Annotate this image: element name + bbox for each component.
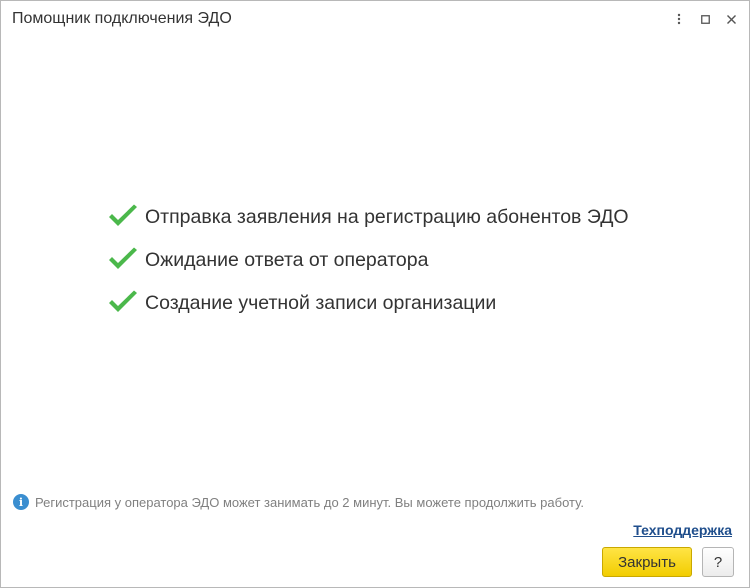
step-label: Создание учетной записи организации [145,291,497,314]
info-message: i Регистрация у оператора ЭДО может зани… [13,494,584,510]
close-icon[interactable] [721,9,741,29]
check-icon [107,246,139,274]
step-item: Создание учетной записи организации [107,289,629,317]
step-label: Ожидание ответа от оператора [145,248,429,271]
close-button[interactable]: Закрыть [602,547,692,577]
help-button[interactable]: ? [702,547,734,577]
dialog-window: Помощник подключения ЭДО Отправка заявле… [0,0,750,588]
steps-list: Отправка заявления на регистрацию абонен… [107,203,629,332]
step-item: Отправка заявления на регистрацию абонен… [107,203,629,231]
check-icon [107,203,139,231]
window-title: Помощник подключения ЭДО [12,10,232,27]
check-icon [107,289,139,317]
maximize-icon[interactable] [695,9,715,29]
step-item: Ожидание ответа от оператора [107,246,629,274]
info-text: Регистрация у оператора ЭДО может занима… [35,494,584,510]
info-icon: i [13,494,29,510]
support-link[interactable]: Техподдержка [633,522,732,538]
step-label: Отправка заявления на регистрацию абонен… [145,205,629,228]
title-bar: Помощник подключения ЭДО [1,1,749,37]
more-vertical-icon[interactable] [669,9,689,29]
